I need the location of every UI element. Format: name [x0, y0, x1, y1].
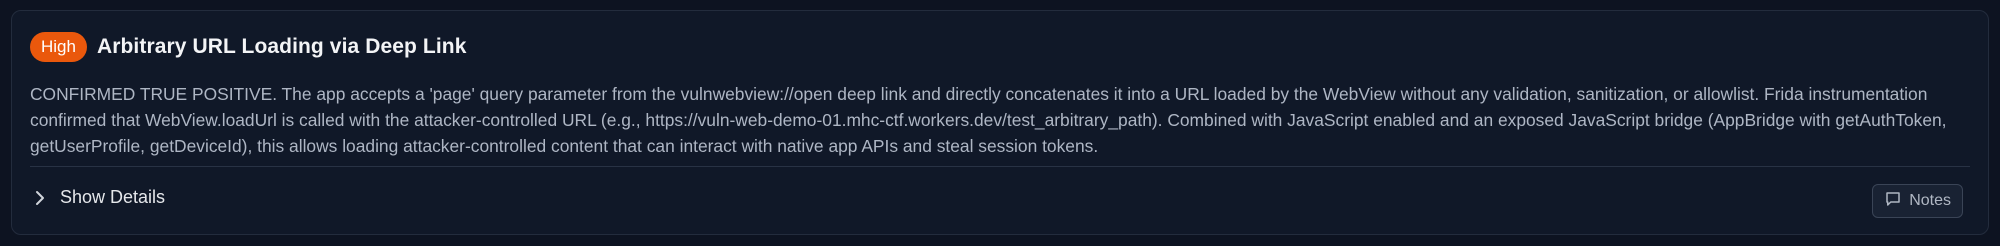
chevron-right-icon: [34, 190, 46, 206]
divider: [30, 166, 1970, 167]
show-details-label: Show Details: [60, 187, 166, 207]
severity-badge: High: [30, 32, 87, 62]
finding-header: High Arbitrary URL Loading via Deep Link: [30, 32, 466, 62]
finding-card: High Arbitrary URL Loading via Deep Link…: [11, 10, 1989, 235]
show-details-toggle[interactable]: Show Details: [34, 187, 165, 208]
message-square-icon: [1884, 190, 1902, 213]
notes-button[interactable]: Notes: [1872, 184, 1963, 218]
finding-title: Arbitrary URL Loading via Deep Link: [96, 35, 467, 58]
finding-description: CONFIRMED TRUE POSITIVE. The app accepts…: [30, 84, 1947, 156]
notes-label: Notes: [1909, 192, 1951, 209]
